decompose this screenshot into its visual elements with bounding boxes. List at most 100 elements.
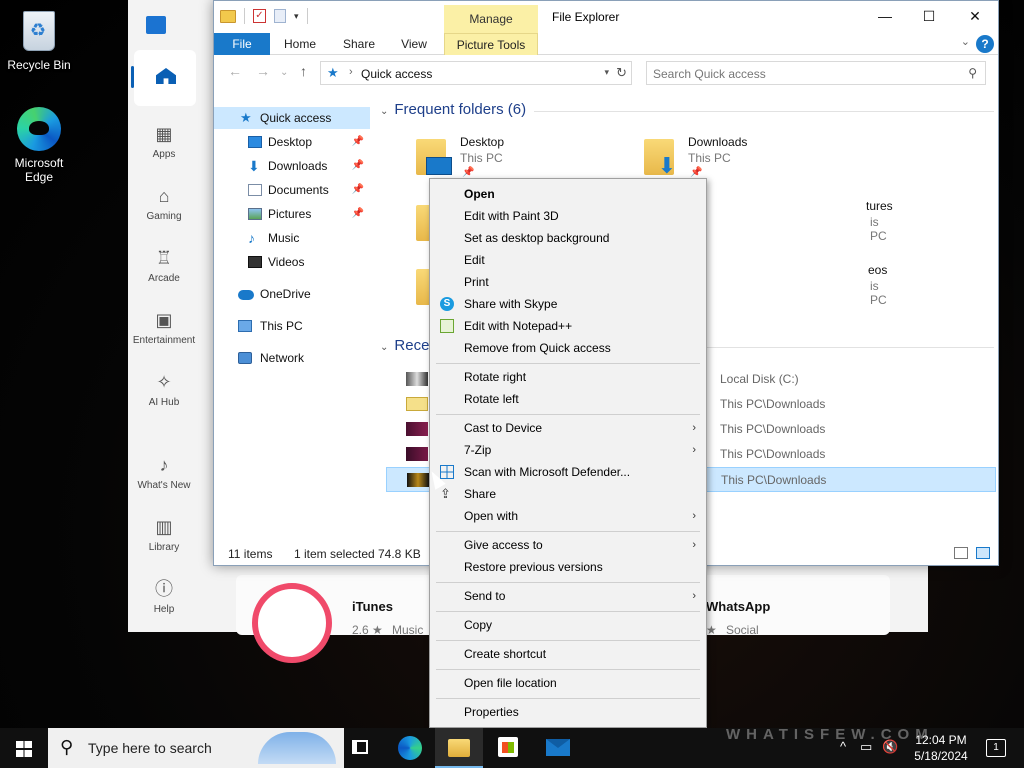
store-nav-gaming[interactable]: ⌂ Gaming: [128, 184, 200, 222]
menu-item-copy[interactable]: Copy: [430, 614, 706, 636]
details-view-icon[interactable]: [954, 547, 968, 559]
menu-item-share[interactable]: ⇪ Share: [430, 483, 706, 505]
properties-icon[interactable]: ✓: [253, 9, 266, 23]
nav-downloads[interactable]: ⬇ Downloads 📌: [214, 155, 370, 177]
menu-item-open-with[interactable]: Open with ›: [430, 505, 706, 527]
tab-file[interactable]: File: [214, 33, 270, 55]
minimize-button[interactable]: —: [862, 5, 908, 29]
nav-quick-access[interactable]: ★ Quick access: [214, 107, 370, 129]
menu-item-share-skype[interactable]: S Share with Skype: [430, 293, 706, 315]
folder-icon[interactable]: [220, 9, 236, 23]
menu-item-edit-notepadpp[interactable]: Edit with Notepad++: [430, 315, 706, 337]
nav-pictures[interactable]: Pictures 📌: [214, 203, 370, 225]
chevron-down-icon[interactable]: ⌄: [961, 35, 970, 48]
nav-videos[interactable]: Videos: [214, 251, 370, 273]
tab-home[interactable]: Home: [278, 33, 322, 55]
chevron-right-icon[interactable]: ›: [349, 66, 353, 78]
selection-size: 74.8 KB: [378, 547, 421, 561]
menu-item-send-to[interactable]: Send to ›: [430, 585, 706, 607]
edge-icon: [398, 736, 422, 760]
pin-icon: 📌: [690, 167, 703, 178]
nav-this-pc[interactable]: This PC: [214, 315, 370, 337]
menu-item-create-shortcut[interactable]: Create shortcut: [430, 643, 706, 665]
menu-item-properties[interactable]: Properties: [430, 701, 706, 723]
menu-item-remove-quick-access[interactable]: Remove from Quick access: [430, 337, 706, 359]
address-location[interactable]: Quick access: [361, 67, 432, 81]
tab-picture-tools[interactable]: Picture Tools: [444, 33, 538, 55]
nav-onedrive[interactable]: OneDrive: [214, 283, 370, 305]
nav-music[interactable]: ♪ Music: [214, 227, 370, 249]
taskbar-file-explorer[interactable]: [435, 728, 483, 768]
menu-item-set-desktop-background[interactable]: Set as desktop background: [430, 227, 706, 249]
address-dropdown-icon[interactable]: ▾: [604, 67, 609, 78]
menu-separator: [436, 531, 700, 532]
menu-item-rotate-left[interactable]: Rotate left: [430, 388, 706, 410]
nav-documents[interactable]: Documents 📌: [214, 179, 370, 201]
store-nav-whats-new[interactable]: ♪ What's New: [128, 453, 200, 491]
store-nav-help[interactable]: ⓘ Help: [128, 577, 200, 615]
menu-item-cast-to-device[interactable]: Cast to Device ›: [430, 417, 706, 439]
task-view-button[interactable]: [336, 728, 384, 768]
videos-icon: [248, 256, 262, 268]
nav-desktop[interactable]: Desktop 📌: [214, 131, 370, 153]
apps-icon: ▦: [155, 124, 173, 144]
recycle-bin-shortcut[interactable]: Recycle Bin: [4, 8, 74, 72]
back-arrow-icon[interactable]: ←: [228, 63, 242, 79]
taskbar-mail[interactable]: [534, 728, 582, 768]
menu-item-restore-versions[interactable]: Restore previous versions: [430, 556, 706, 578]
pin-icon: 📌: [351, 136, 364, 147]
search-icon[interactable]: ⚲: [968, 66, 977, 80]
pictures-icon: [248, 208, 262, 220]
menu-item-give-access[interactable]: Give access to ›: [430, 534, 706, 556]
up-arrow-icon[interactable]: ↑: [300, 63, 307, 79]
help-button[interactable]: ?: [976, 35, 994, 53]
store-nav-arcade[interactable]: ♖ Arcade: [128, 246, 200, 284]
taskbar-store[interactable]: [484, 728, 532, 768]
menu-item-open[interactable]: Open: [430, 183, 706, 205]
maximize-button[interactable]: ☐: [906, 5, 952, 29]
menu-item-rotate-right[interactable]: Rotate right: [430, 366, 706, 388]
taskbar-search-placeholder[interactable]: Type here to search: [88, 740, 212, 756]
address-bar-row: ← → ⌄ ↑ ★ › Quick access ▾ ↻ Search Quic…: [214, 59, 998, 87]
address-bar[interactable]: ★ › Quick access ▾ ↻: [320, 61, 632, 85]
taskbar-edge[interactable]: [386, 728, 434, 768]
menu-item-open-file-location[interactable]: Open file location: [430, 672, 706, 694]
chevron-right-icon: ›: [692, 539, 696, 551]
taskbar-search[interactable]: ⚲ Type here to search: [48, 728, 344, 768]
new-folder-icon[interactable]: [274, 9, 286, 23]
frequent-folders-header[interactable]: ⌄ Frequent folders (6): [380, 101, 526, 118]
search-box[interactable]: Search Quick access ⚲: [646, 61, 986, 85]
nav-network[interactable]: Network: [214, 347, 370, 369]
menu-item-print[interactable]: Print: [430, 271, 706, 293]
forward-arrow-icon[interactable]: →: [256, 63, 270, 79]
recycle-bin-icon: [23, 11, 55, 51]
menu-item-7zip[interactable]: 7-Zip ›: [430, 439, 706, 461]
file-thumbnail: [406, 447, 428, 461]
tab-share[interactable]: Share: [338, 33, 380, 55]
recent-locations-icon[interactable]: ⌄: [280, 67, 288, 78]
home-icon: [156, 68, 176, 84]
menu-item-edit[interactable]: Edit: [430, 249, 706, 271]
menu-item-scan-defender[interactable]: Scan with Microsoft Defender...: [430, 461, 706, 483]
notification-center-button[interactable]: 1: [986, 739, 1006, 757]
tab-manage[interactable]: Manage: [444, 5, 538, 33]
start-button[interactable]: [0, 728, 48, 768]
store-nav-library[interactable]: ▥ Library: [128, 515, 200, 553]
store-nav-ai-hub[interactable]: ✧ AI Hub: [128, 370, 200, 408]
customize-toolbar-icon[interactable]: ▾: [294, 11, 299, 22]
store-nav-home[interactable]: [131, 50, 196, 106]
store-icon: [498, 737, 518, 757]
refresh-icon[interactable]: ↻: [616, 65, 627, 81]
edge-shortcut[interactable]: Microsoft Edge: [4, 106, 74, 184]
store-nav-entertainment[interactable]: ▣ Entertainment: [128, 308, 200, 346]
search-placeholder[interactable]: Search Quick access: [653, 67, 766, 81]
menu-separator: [436, 582, 700, 583]
tab-view[interactable]: View: [396, 33, 432, 55]
large-icons-view-icon[interactable]: [976, 547, 990, 559]
store-nav-apps[interactable]: ▦ Apps: [128, 122, 200, 160]
download-icon: ⬇: [657, 153, 677, 178]
close-button[interactable]: ✕: [952, 5, 998, 29]
cloud-icon: [238, 290, 254, 300]
document-icon: [248, 184, 262, 196]
menu-item-edit-paint3d[interactable]: Edit with Paint 3D: [430, 205, 706, 227]
